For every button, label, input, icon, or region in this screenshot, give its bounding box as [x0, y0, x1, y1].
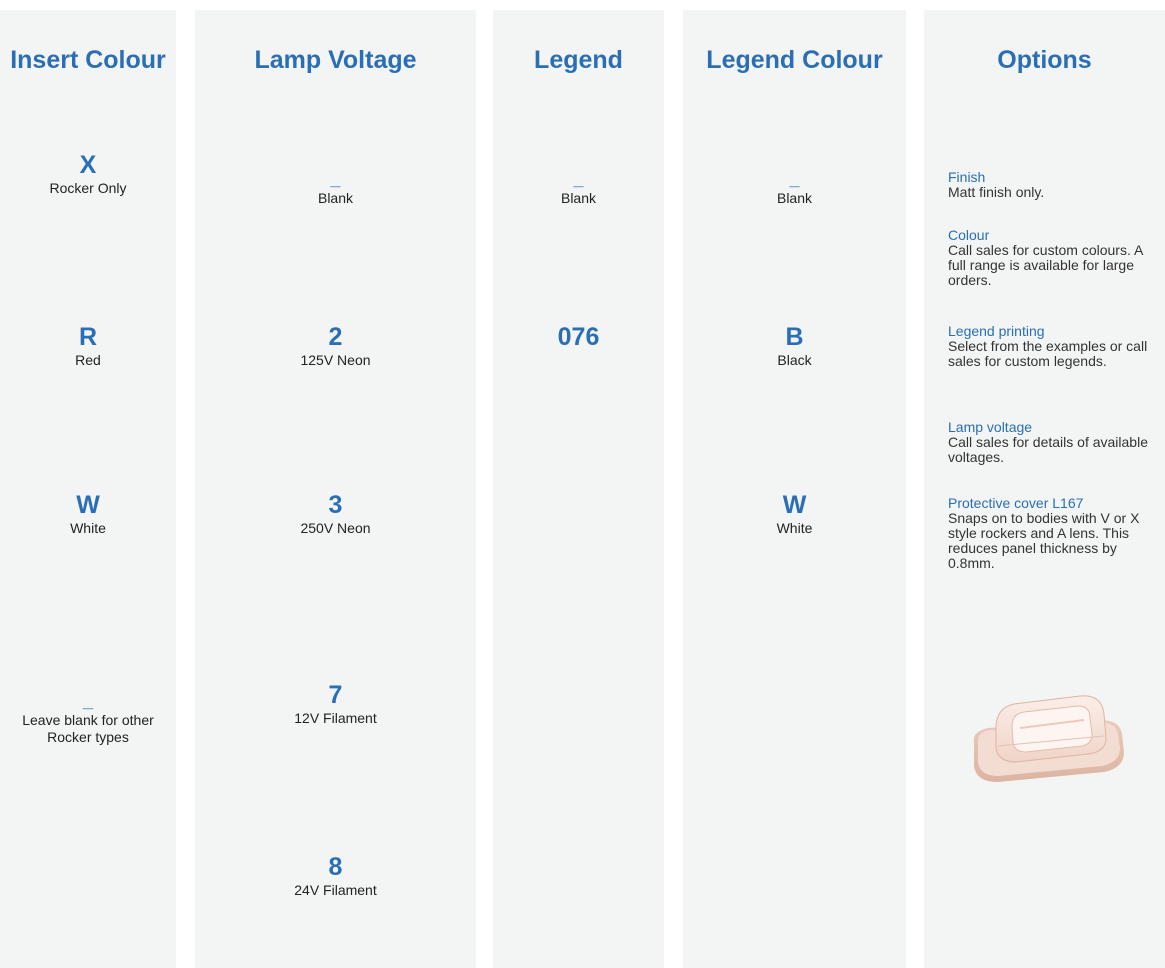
option-code: _	[573, 169, 584, 189]
option-label: 12V Filament	[294, 710, 377, 726]
option-code: 2	[328, 323, 343, 351]
column-options: Options Finish Matt finish only. Colour …	[924, 10, 1165, 968]
option-note-title: Lamp voltage	[948, 419, 1033, 435]
option-note-body: Snaps on to bodies with V or X style roc…	[948, 510, 1140, 571]
option-note: Finish Matt finish only.	[948, 170, 1163, 200]
option-note-body: Select from the examples or call sales f…	[948, 338, 1148, 369]
option-code: _	[789, 169, 800, 189]
option-label: White	[70, 520, 106, 536]
option-code: B	[785, 323, 804, 351]
option-note-title: Colour	[948, 227, 990, 243]
option-entry: _ Blank	[493, 170, 664, 207]
option-code: W	[782, 491, 807, 519]
option-label: Red	[75, 352, 101, 368]
option-note: Legend printing Select from the examples…	[948, 324, 1163, 369]
option-note-title: Finish	[948, 169, 986, 185]
option-label: White	[776, 520, 813, 536]
column-header: Legend	[534, 46, 623, 74]
option-label: 125V Neon	[300, 352, 371, 368]
option-entry: 7 12V Filament	[195, 680, 476, 727]
column-legend: Legend _ Blank 076	[493, 10, 664, 968]
option-note: Colour Call sales for custom colours. A …	[948, 228, 1163, 288]
option-label: Leave blank for other Rocker types	[22, 712, 154, 745]
column-header: Insert Colour	[10, 46, 166, 74]
option-entry: 2 125V Neon	[195, 322, 476, 369]
column-header: Options	[997, 46, 1092, 74]
option-label: Blank	[317, 190, 354, 206]
option-entry: 3 250V Neon	[195, 490, 476, 537]
option-code: _	[330, 169, 341, 189]
column-header: Lamp Voltage	[254, 46, 417, 74]
option-entry: W White	[0, 490, 176, 537]
option-code: W	[76, 491, 100, 519]
option-label: Rocker Only	[49, 180, 127, 196]
option-code: _	[82, 691, 93, 711]
option-label: 250V Neon	[300, 520, 371, 536]
column-insert-colour: Insert Colour X Rocker Only R Red W Whit…	[0, 10, 176, 968]
option-entry: 076	[493, 322, 664, 352]
option-note: Protective cover L167 Snaps on to bodies…	[948, 496, 1163, 571]
option-note-body: Call sales for details of available volt…	[948, 434, 1148, 465]
option-entry: _ Leave blank for other Rocker types	[0, 692, 176, 746]
option-entry: _ Blank	[683, 170, 906, 207]
column-header: Legend Colour	[706, 46, 883, 74]
option-note-title: Protective cover L167	[948, 495, 1084, 511]
option-label: Black	[777, 352, 812, 368]
option-label: Blank	[776, 190, 813, 206]
column-legend-colour: Legend Colour _ Blank B Black W White	[683, 10, 906, 968]
option-entry: R Red	[0, 322, 176, 369]
option-label: Blank	[560, 190, 597, 206]
option-entry: X Rocker Only	[0, 150, 176, 197]
option-entry: B Black	[683, 322, 906, 369]
protective-cover-image	[973, 695, 1124, 782]
option-note: Lamp voltage Call sales for details of a…	[948, 420, 1163, 465]
option-code: 3	[328, 491, 343, 519]
option-code: R	[78, 323, 98, 351]
option-note-title: Legend printing	[948, 323, 1045, 339]
option-code: X	[79, 151, 97, 179]
option-entry: 8 24V Filament	[195, 852, 476, 899]
option-entry: W White	[683, 490, 906, 537]
option-note-body: Matt finish only.	[948, 184, 1045, 200]
column-lamp-voltage: Lamp Voltage _ Blank 2 125V Neon 3 250V …	[195, 10, 476, 968]
option-code: 7	[328, 681, 343, 709]
option-code: 8	[328, 853, 343, 881]
option-code: 076	[557, 323, 600, 351]
option-label: 24V Filament	[294, 882, 377, 898]
option-note-body: Call sales for custom colours. A full ra…	[948, 242, 1143, 288]
option-entry: _ Blank	[195, 170, 476, 207]
